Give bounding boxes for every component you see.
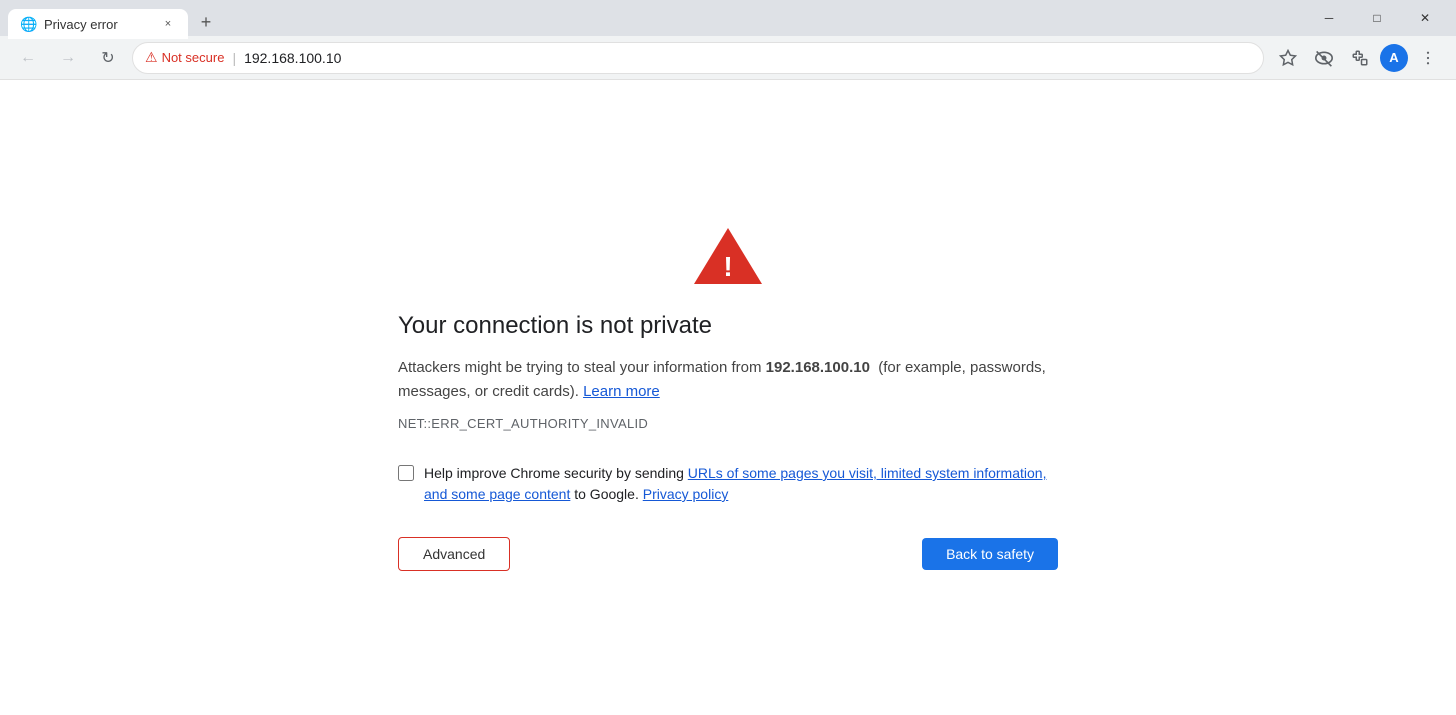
help-improve-checkbox[interactable] xyxy=(398,465,414,481)
svg-text:!: ! xyxy=(723,251,732,282)
checkbox-prefix: Help improve Chrome security by sending xyxy=(424,465,688,481)
toolbar-right: A xyxy=(1272,42,1444,74)
close-button[interactable]: ✕ xyxy=(1402,2,1448,34)
error-title: Your connection is not private xyxy=(398,312,712,340)
security-warning: ⚠ Not secure xyxy=(145,49,224,66)
profile-button[interactable]: A xyxy=(1380,44,1408,72)
domain-name: 192.168.100.10 xyxy=(766,359,870,376)
checkbox-text: Help improve Chrome security by sending … xyxy=(424,463,1058,505)
error-description: Attackers might be trying to steal your … xyxy=(398,356,1058,404)
tracking-protection-button[interactable] xyxy=(1308,42,1340,74)
learn-more-link[interactable]: Learn more xyxy=(583,383,660,400)
security-warning-text: Not secure xyxy=(162,50,225,65)
active-tab[interactable]: 🌐 Privacy error × xyxy=(8,9,188,39)
reload-button[interactable]: ↻ xyxy=(92,42,124,74)
error-code: NET::ERR_CERT_AUTHORITY_INVALID xyxy=(398,416,648,431)
more-menu-icon xyxy=(1419,49,1437,67)
help-improve-row: Help improve Chrome security by sending … xyxy=(398,463,1058,505)
tab-strip: 🌐 Privacy error × + xyxy=(8,0,1306,36)
window-controls: ─ □ ✕ xyxy=(1306,2,1448,34)
warning-triangle-icon: ⚠ xyxy=(145,49,158,66)
address-bar[interactable]: ⚠ Not secure | 192.168.100.10 xyxy=(132,42,1264,74)
puzzle-icon xyxy=(1351,49,1369,67)
url-divider: | xyxy=(232,50,236,66)
extensions-button[interactable] xyxy=(1344,42,1376,74)
back-icon: ← xyxy=(20,49,36,67)
bookmark-button[interactable] xyxy=(1272,42,1304,74)
tab-favicon-icon: 🌐 xyxy=(20,16,36,32)
menu-button[interactable] xyxy=(1412,42,1444,74)
back-to-safety-button[interactable]: Back to safety xyxy=(922,538,1058,570)
minimize-button[interactable]: ─ xyxy=(1306,2,1352,34)
star-icon xyxy=(1279,49,1297,67)
checkbox-mid: to Google. xyxy=(570,486,642,502)
title-bar: 🌐 Privacy error × + ─ □ ✕ xyxy=(0,0,1456,36)
new-tab-button[interactable]: + xyxy=(192,8,220,36)
toolbar: ← → ↻ ⚠ Not secure | 192.168.100.10 xyxy=(0,36,1456,80)
forward-icon: → xyxy=(60,49,76,67)
browser-frame: 🌐 Privacy error × + ─ □ ✕ ← → ↻ ⚠ Not se… xyxy=(0,0,1456,715)
tab-label: Privacy error xyxy=(44,17,152,32)
profile-initial: A xyxy=(1389,50,1398,65)
eye-shield-icon xyxy=(1314,49,1334,67)
page-content: ! Your connection is not private Attacke… xyxy=(0,80,1456,715)
tab-close-button[interactable]: × xyxy=(160,16,176,32)
back-button[interactable]: ← xyxy=(12,42,44,74)
error-container: ! Your connection is not private Attacke… xyxy=(378,204,1078,591)
button-row: Advanced Back to safety xyxy=(398,537,1058,571)
privacy-policy-link[interactable]: Privacy policy xyxy=(643,486,729,502)
url-display: 192.168.100.10 xyxy=(244,50,341,66)
description-prefix: Attackers might be trying to steal your … xyxy=(398,359,766,376)
reload-icon: ↻ xyxy=(101,48,114,68)
maximize-button[interactable]: □ xyxy=(1354,2,1400,34)
advanced-button[interactable]: Advanced xyxy=(398,537,510,571)
forward-button[interactable]: → xyxy=(52,42,84,74)
warning-triangle-icon: ! xyxy=(692,224,764,288)
